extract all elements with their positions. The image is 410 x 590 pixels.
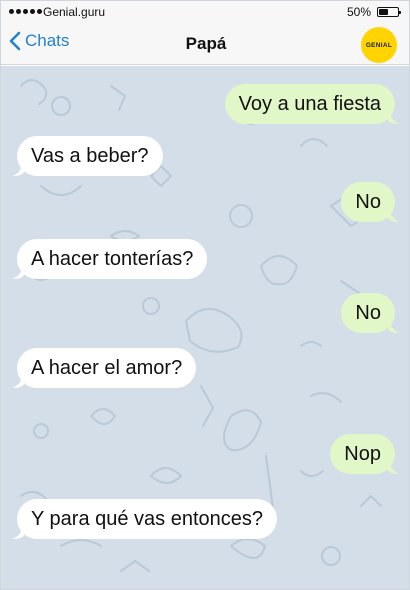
chat-area[interactable]: Voy a una fiesta Vas a beber? No A hacer to…: [1, 66, 409, 589]
nav-bar: Chats Papá GENIAL: [1, 23, 409, 65]
status-bar: Genial.guru 50%: [1, 1, 409, 23]
bubble-tail: [12, 525, 24, 539]
chat-title: Papá: [185, 34, 227, 53]
incoming-message-bubble[interactable]: Y para qué vas entonces?: [12, 499, 278, 539]
outgoing-message-bubble[interactable]: Nop: [330, 434, 400, 474]
phone-screen: Genial.guru 50% Chats Papá GENIAL Voy a …: [0, 0, 410, 590]
message-text: Nop: [344, 443, 381, 465]
genial-logo[interactable]: GENIAL: [361, 27, 397, 63]
bubble-tail: [388, 208, 400, 222]
message-text: A hacer tonterías?: [31, 248, 194, 270]
message-text: Vas a beber?: [31, 145, 149, 167]
carrier-name: Genial.guru: [43, 5, 106, 19]
outgoing-message-bubble[interactable]: No: [341, 293, 400, 333]
message-text: No: [355, 302, 381, 324]
message-text: Voy a una fiesta: [238, 93, 381, 115]
battery-percent: 50%: [346, 5, 371, 19]
signal-strength-icon: [9, 9, 42, 14]
message-text: A hacer el amor?: [31, 357, 183, 379]
incoming-message-bubble[interactable]: A hacer el amor?: [12, 348, 197, 388]
bubble-tail: [388, 319, 400, 333]
bubble-tail: [12, 374, 24, 388]
bubble-tail: [12, 162, 24, 176]
message-text: Y para qué vas entonces?: [31, 508, 264, 530]
battery-icon: [377, 7, 401, 17]
bubble-tail: [388, 110, 400, 124]
bubble-tail: [388, 460, 400, 474]
battery-fill: [379, 9, 388, 15]
bubble-tail: [12, 265, 24, 279]
outgoing-message-bubble[interactable]: No: [341, 182, 400, 222]
incoming-message-bubble[interactable]: A hacer tonterías?: [12, 239, 208, 279]
message-text: No: [355, 191, 381, 213]
incoming-message-bubble[interactable]: Vas a beber?: [12, 136, 163, 176]
outgoing-message-bubble[interactable]: Voy a una fiesta: [224, 84, 400, 124]
